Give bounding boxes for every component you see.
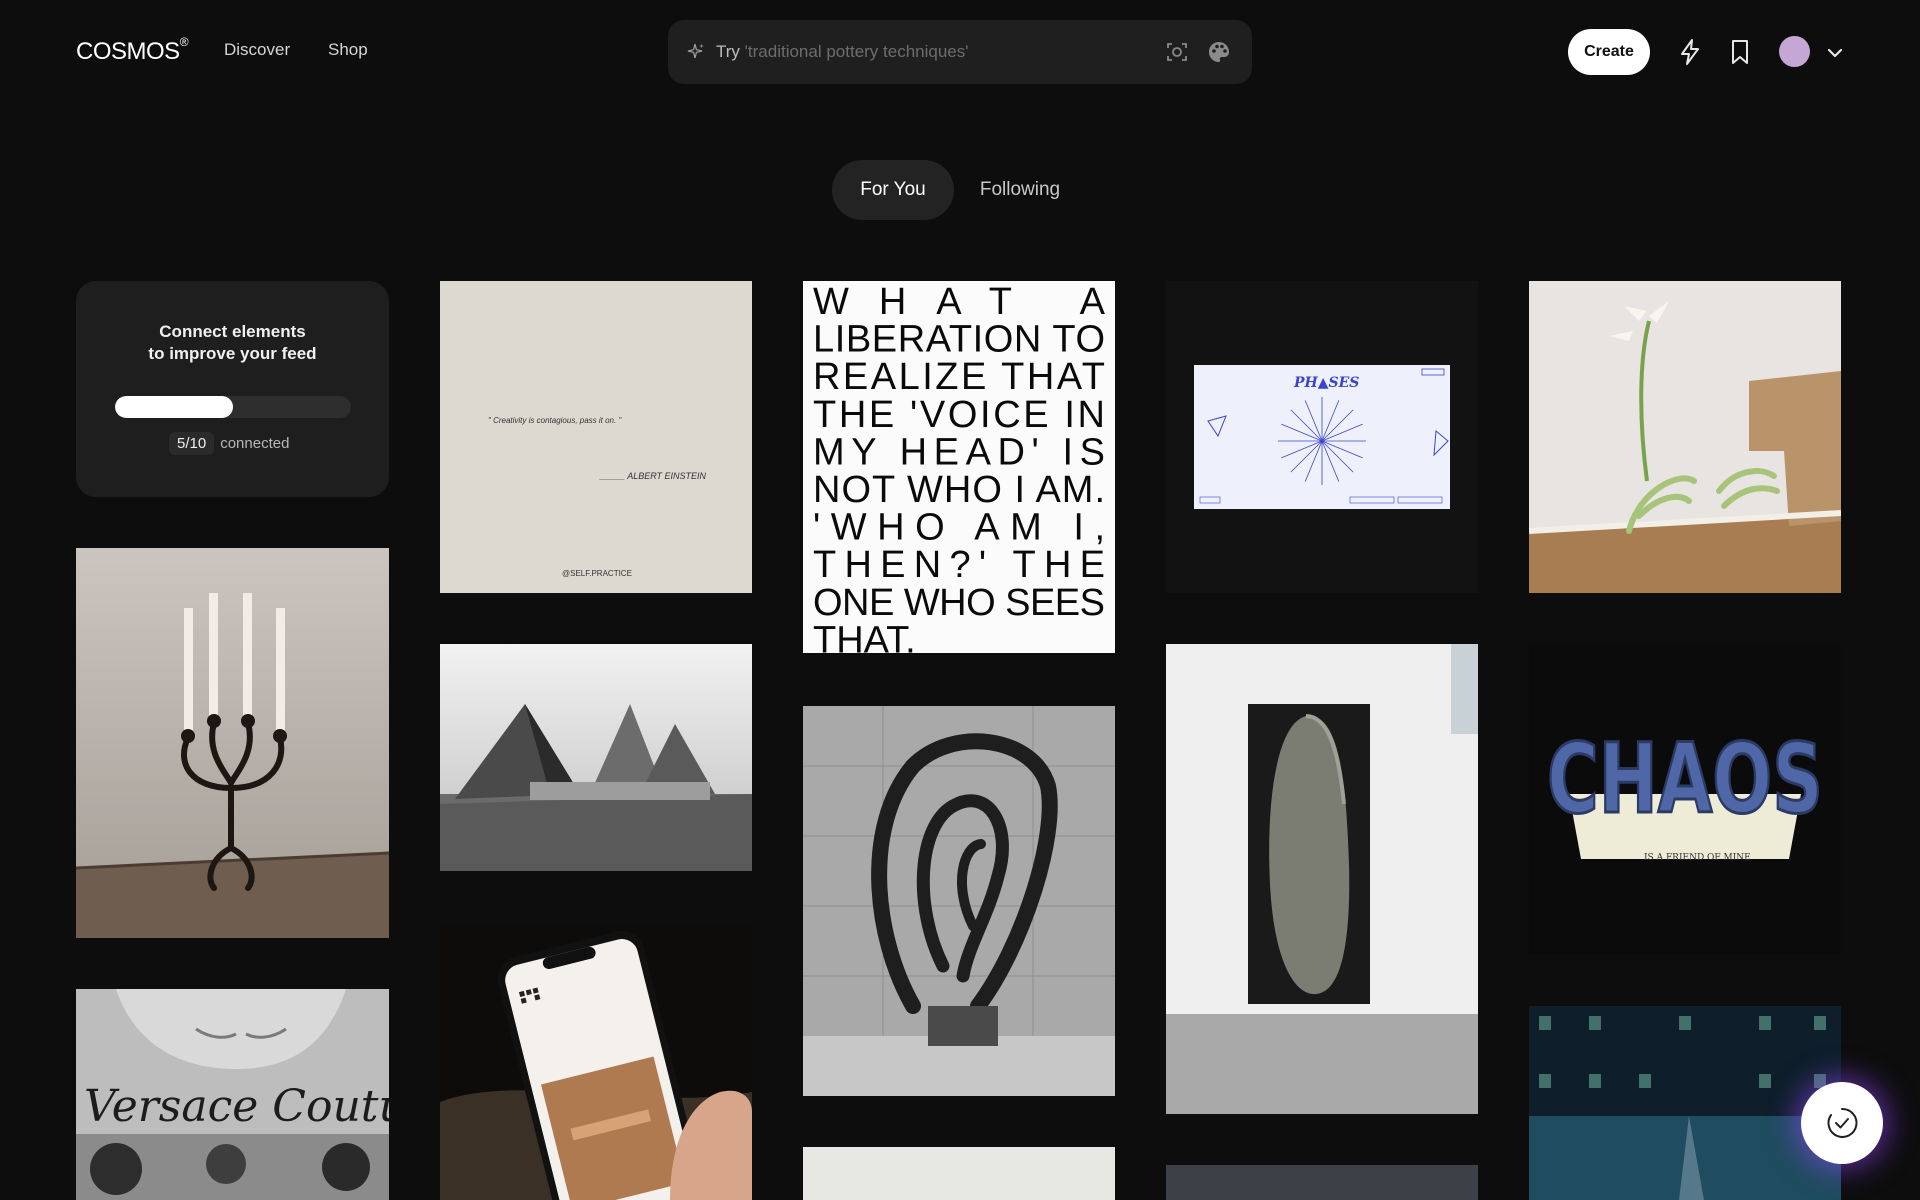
bookmark-icon[interactable] xyxy=(1726,38,1754,66)
sparkle-icon xyxy=(687,43,704,59)
candelabra-image[interactable] xyxy=(76,548,389,938)
stone-gallery-image[interactable] xyxy=(1166,644,1478,1114)
poster-line: REALIZE THAT xyxy=(813,356,1105,398)
connect-count: 5/10 xyxy=(169,432,215,455)
nav-discover[interactable]: Discover xyxy=(224,40,290,60)
versace-couture-image[interactable]: Versace Couture xyxy=(76,989,389,1200)
poster-line: NOT WHO I AM. xyxy=(813,469,1105,511)
poster-line: 'WHO AM I, xyxy=(813,507,1105,549)
light-image[interactable] xyxy=(803,1147,1115,1200)
poster-text: WHAT ALIBERATION TOREALIZE THATTHE 'VOIC… xyxy=(813,281,1106,653)
chevron-down-icon[interactable] xyxy=(1826,44,1844,62)
liberation-text-poster[interactable]: WHAT A LIBERATION TO REALIZE THAT THE 'VOIC… xyxy=(803,281,1115,653)
top-bar: COSMOS® Discover Shop Try 'traditional p… xyxy=(0,0,1920,104)
green-sandals-image[interactable] xyxy=(1529,281,1841,593)
chaos-title: CHAOS xyxy=(1547,723,1823,835)
einstein-quote-card[interactable]: " Creativity is contagious, pass it on. … xyxy=(440,281,752,593)
nav-shop[interactable]: Shop xyxy=(328,40,368,60)
connect-status: 5/10 connected xyxy=(169,432,289,455)
poster-line: LIBERATION TO xyxy=(813,319,1105,361)
poster-line: THAT. xyxy=(813,619,916,653)
sculpture-image[interactable] xyxy=(803,706,1115,1096)
search-placeholder: Try 'traditional pottery techniques' xyxy=(716,42,969,61)
poster-line: ONE WHO SEES xyxy=(813,582,1105,624)
architecture-image[interactable] xyxy=(440,644,752,871)
chaos-shirt-image[interactable]: CHAOS IS A FRIEND OF MINE xyxy=(1529,644,1841,954)
bolt-icon[interactable] xyxy=(1676,38,1704,66)
tab-for-you[interactable]: For You xyxy=(832,160,954,220)
connect-elements-card[interactable]: Connect elements to improve your feed 5/… xyxy=(76,281,389,497)
gray-image[interactable] xyxy=(1166,1165,1478,1200)
poster-line: THEN?' THE xyxy=(813,544,1105,586)
quote-author: _____ ALBERT EINSTEIN xyxy=(600,471,707,481)
connect-status-label: connected xyxy=(220,435,290,452)
versace-text: Versace Couture xyxy=(84,1081,389,1132)
logo[interactable]: COSMOS® xyxy=(76,35,189,66)
chaos-subtitle: IS A FRIEND OF MINE xyxy=(1644,853,1751,863)
progress-fab-button[interactable] xyxy=(1801,1082,1883,1164)
quote-handle: @SELF.PRACTICE xyxy=(562,569,632,578)
phone-mockup-image[interactable] xyxy=(440,922,752,1200)
poster-line: THE 'VOICE IN xyxy=(813,394,1105,436)
phases-title: PH▲SES xyxy=(1293,375,1359,391)
create-button[interactable]: Create xyxy=(1568,29,1650,75)
night-building-image[interactable] xyxy=(1529,1006,1841,1200)
avatar[interactable] xyxy=(1779,36,1810,67)
search-bar[interactable]: Try 'traditional pottery techniques' xyxy=(668,20,1252,84)
scan-icon[interactable] xyxy=(1164,39,1190,65)
poster-line: WHAT A xyxy=(813,281,1106,323)
connect-title: Connect elements to improve your feed xyxy=(148,322,317,363)
phases-website-card[interactable]: PH▲SES xyxy=(1166,281,1478,593)
connect-progress-fill xyxy=(115,396,233,418)
check-circle-icon xyxy=(1827,1107,1858,1138)
palette-icon[interactable] xyxy=(1206,39,1232,65)
poster-line: MY HEAD' IS xyxy=(813,431,1105,473)
connect-progress-bar xyxy=(115,396,351,418)
quote-text: " Creativity is contagious, pass it on. … xyxy=(488,416,622,425)
tab-following[interactable]: Following xyxy=(960,160,1080,220)
